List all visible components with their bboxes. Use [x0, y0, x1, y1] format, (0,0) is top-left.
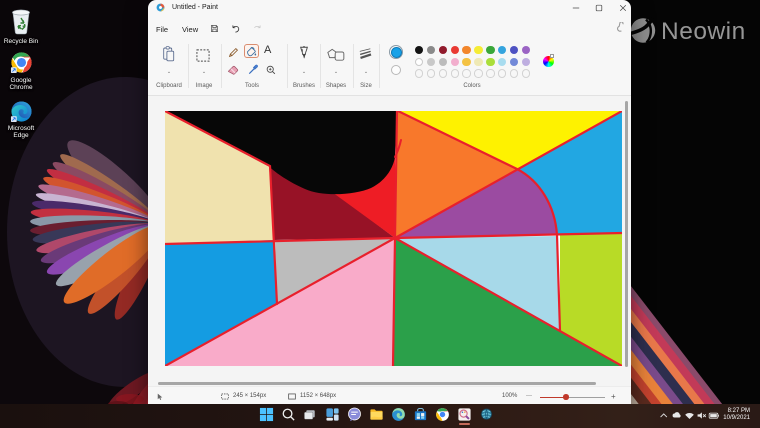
svg-text:Neowin: Neowin — [661, 18, 746, 45]
